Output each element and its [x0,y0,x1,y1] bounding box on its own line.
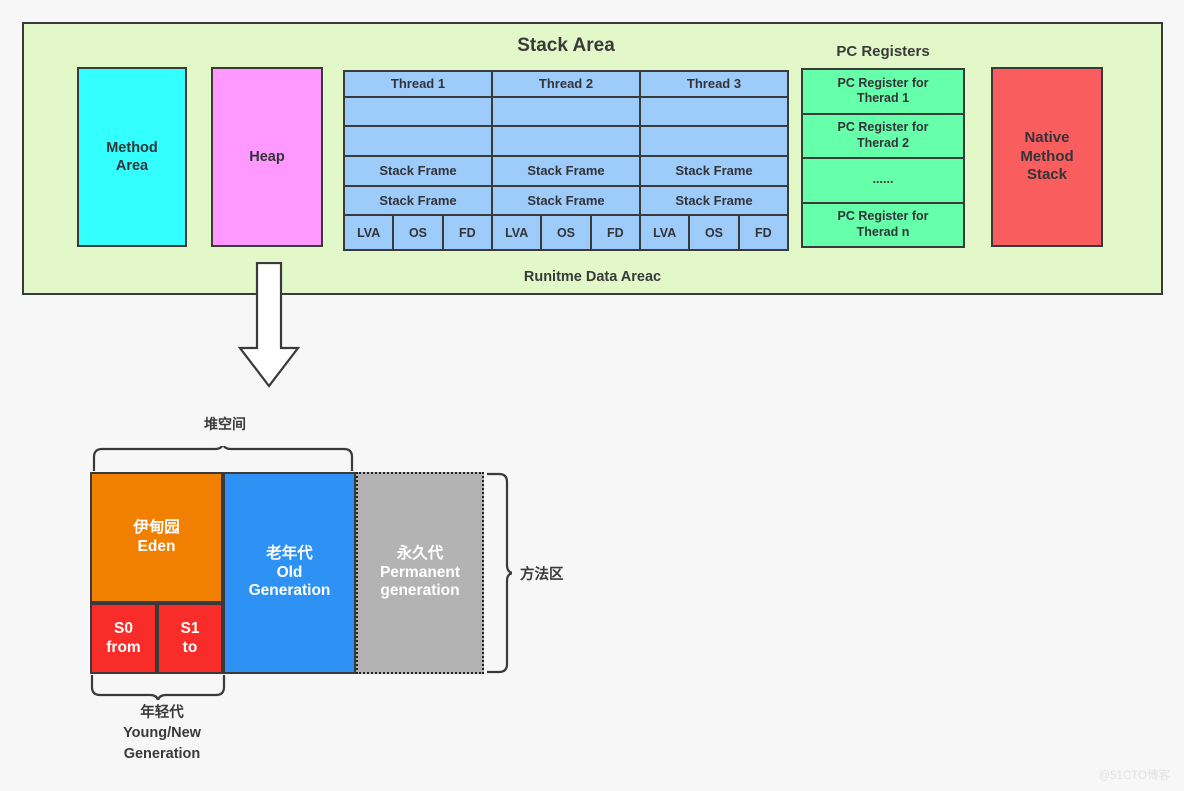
frame-part-fd: FD [591,216,639,250]
heap-space-label: 堆空间 [204,416,246,432]
survivor-s1-block: S1 to [157,603,223,674]
diagram-canvas: Runitme Data Areac Method Area Heap Nati… [0,0,1184,791]
frame-part-fd: FD [443,216,491,250]
method-area-block: Method Area [77,67,187,247]
watermark: @51CTO博客 [1098,770,1170,782]
runtime-data-area-caption: Runitme Data Areac [523,269,662,285]
thread-empty-cell [641,97,787,128]
thread-header: Thread 1 [345,72,491,98]
stack-area-title: Stack Area [517,35,615,56]
pc-register-cell: PC Register for Therad 2 [803,114,963,159]
thread-empty-cell [345,127,491,158]
frame-part-lva: LVA [493,216,543,250]
method-area-label: 方法区 [520,567,564,583]
frame-part-lva: LVA [641,216,691,250]
thread-header: Thread 2 [493,72,639,98]
frame-part-os: OS [690,216,740,250]
heap-space-bracket [92,446,354,471]
thread-empty-cell [641,127,787,158]
heap-expand-arrow-icon [238,262,300,388]
method-area-bracket [487,472,512,674]
stack-frame-cell: Stack Frame [345,157,491,187]
pc-register-ellipsis-cell: ...... [803,159,963,204]
stack-area-table: Thread 1 Stack Frame Stack Frame LVA OS … [343,70,789,251]
thread-column: Thread 3 Stack Frame Stack Frame LVA OS … [641,72,787,250]
stack-frame-parts-row: LVA OS FD [493,216,639,250]
stack-frame-cell: Stack Frame [641,186,787,217]
stack-frame-parts-row: LVA OS FD [345,216,491,250]
thread-column: Thread 1 Stack Frame Stack Frame LVA OS … [345,72,493,250]
native-method-stack-block: Native Method Stack [991,67,1103,247]
pc-register-cell: PC Register for Therad n [803,203,963,246]
thread-header: Thread 3 [641,72,787,98]
stack-frame-cell: Stack Frame [345,186,491,217]
pc-register-cell: PC Register for Therad 1 [803,70,963,115]
survivor-s0-block: S0 from [90,603,157,674]
thread-empty-cell [493,127,639,158]
frame-part-fd: FD [739,216,787,250]
frame-part-os: OS [394,216,444,250]
stack-frame-cell: Stack Frame [493,186,639,217]
thread-empty-cell [345,97,491,128]
stack-frame-cell: Stack Frame [641,157,787,187]
pc-registers-title: PC Registers [836,43,930,60]
young-generation-label: 年轻代 Young/New Generation [123,705,201,762]
thread-column: Thread 2 Stack Frame Stack Frame LVA OS … [493,72,641,250]
heap-detail-group: 伊甸园 Eden S0 from S1 to 老年代 Old Generatio… [90,472,484,674]
stack-frame-cell: Stack Frame [493,157,639,187]
frame-part-os: OS [542,216,592,250]
permanent-generation-block: 永久代 Permanent generation [356,472,484,674]
pc-registers-table: PC Register for Therad 1 PC Register for… [801,68,965,248]
stack-frame-parts-row: LVA OS FD [641,216,787,250]
young-generation-bracket [90,675,226,700]
thread-empty-cell [493,97,639,128]
heap-block: Heap [211,67,323,247]
old-generation-block: 老年代 Old Generation [223,472,356,674]
frame-part-lva: LVA [345,216,395,250]
eden-block: 伊甸园 Eden [90,472,223,603]
